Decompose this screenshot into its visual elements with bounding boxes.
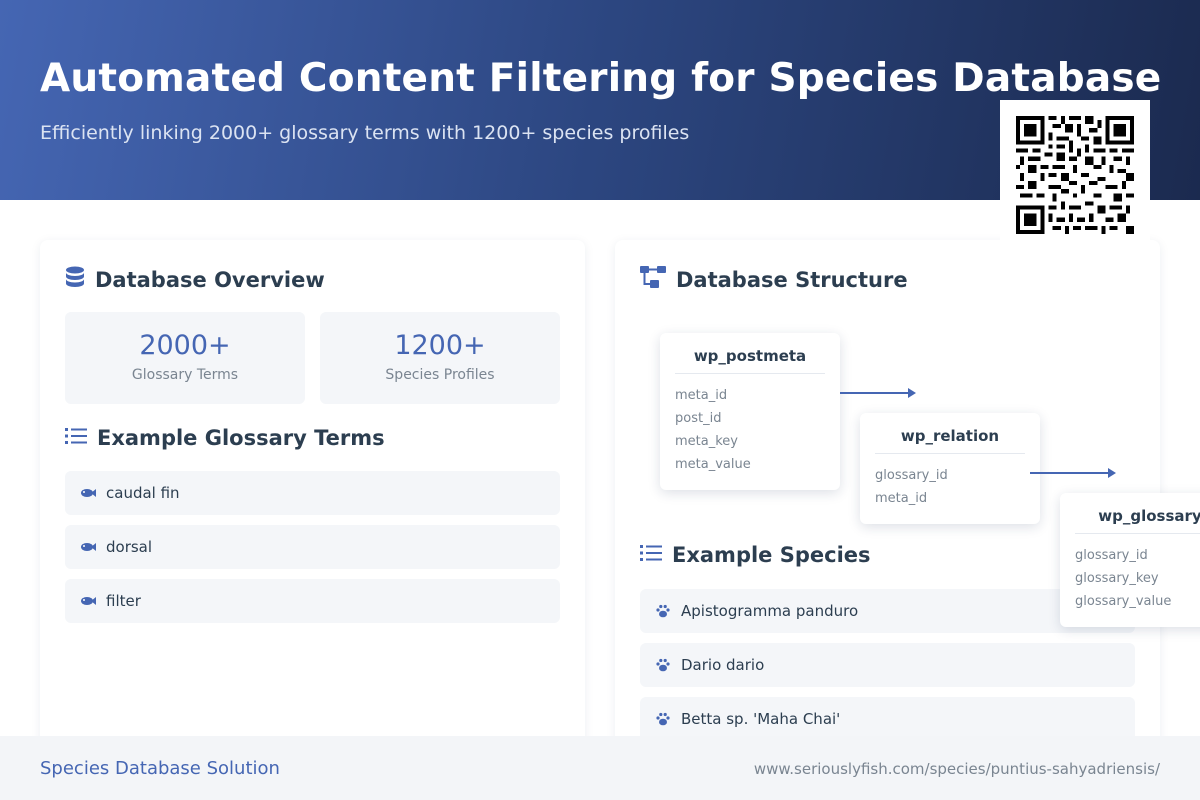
list-icon [65,426,87,450]
table-name: wp_postmeta [675,347,825,374]
species-item[interactable]: Dario dario [640,643,1135,687]
paw-icon [654,658,672,672]
table-field: glossary_value [1075,594,1172,609]
table-wp-glossary: wp_glossary glossary_id glossary_key glo… [1060,493,1200,627]
glossary-title: Example Glossary Terms [97,426,385,450]
species-title: Example Species [672,543,871,567]
table-field: meta_id [875,491,928,506]
overview-card: Database Overview 2000+ Glossary Terms 1… [40,240,585,736]
stat-label: Glossary Terms [131,367,239,383]
fish-icon [79,486,97,500]
table-wp-postmeta: wp_postmeta meta_id post_id meta_key met… [660,333,840,490]
qr-code-icon [1016,116,1134,234]
paw-icon [654,604,672,618]
stat-value: 1200+ [394,330,486,361]
overview-title: Database Overview [95,267,325,292]
table-field: post_id [675,411,722,426]
table-field: glossary_id [1075,548,1148,563]
species-label: Dario dario [681,656,765,674]
species-heading: Example Species [640,543,871,567]
footer-url-link[interactable]: www.seriouslyfish.com/species/puntius-sa… [754,760,1160,778]
paw-icon [654,712,672,726]
structure-title: Database Structure [676,267,908,292]
stat-glossary-terms: 2000+ Glossary Terms [65,312,305,404]
structure-heading: Database Structure [640,266,908,293]
page-subtitle: Efficiently linking 2000+ glossary terms… [40,122,690,144]
diagram-icon [640,266,666,293]
stat-label: Species Profiles [385,367,495,383]
glossary-term-item[interactable]: caudal fin [65,471,560,515]
relation-arrow [1030,468,1116,478]
database-icon [65,266,85,293]
table-field: meta_key [675,434,738,449]
list-icon [640,543,662,567]
species-label: Betta sp. 'Maha Chai' [681,710,841,728]
table-field: meta_id [675,388,728,403]
species-item[interactable]: Betta sp. 'Maha Chai' [640,697,1135,736]
footer: Species Database Solution www.seriouslyf… [0,736,1200,800]
glossary-term-label: dorsal [106,538,153,556]
glossary-heading: Example Glossary Terms [65,426,385,450]
glossary-term-label: caudal fin [106,484,180,502]
stat-value: 2000+ [139,330,231,361]
qr-code [1000,100,1150,240]
table-field: glossary_id [875,468,948,483]
overview-heading: Database Overview [65,266,325,293]
page-title: Automated Content Filtering for Species … [40,56,1162,101]
relation-arrow [840,388,916,398]
table-wp-relation: wp_relation glossary_id meta_id [860,413,1040,524]
footer-brand: Species Database Solution [40,758,280,779]
fish-icon [79,594,97,608]
species-label: Apistogramma panduro [681,602,859,620]
table-name: wp_glossary [1075,507,1200,534]
stat-species-profiles: 1200+ Species Profiles [320,312,560,404]
main-content: Database Overview 2000+ Glossary Terms 1… [0,200,1200,736]
fish-icon [79,540,97,554]
table-field: glossary_key [1075,571,1159,586]
glossary-term-item[interactable]: dorsal [65,525,560,569]
table-field: meta_value [675,457,751,472]
glossary-term-item[interactable]: filter [65,579,560,623]
table-name: wp_relation [875,427,1025,454]
glossary-term-label: filter [106,592,141,610]
